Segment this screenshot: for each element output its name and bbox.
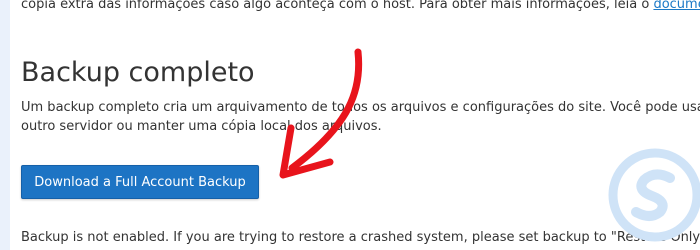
- backup-status-message: Backup is not enabled. If you are trying…: [21, 230, 700, 245]
- intro-text: cópia extra das informações caso algo ac…: [21, 0, 700, 14]
- description-line-2: outro servidor ou manter uma cópia local…: [21, 119, 382, 134]
- download-full-backup-button[interactable]: Download a Full Account Backup: [21, 165, 259, 199]
- section-description: Um backup completo cria um arquivamento …: [21, 98, 700, 136]
- intro-sentence: cópia extra das informações caso algo ac…: [21, 0, 654, 12]
- backup-panel: cópia extra das informações caso algo ac…: [10, 0, 700, 250]
- description-line-1: Um backup completo cria um arquivamento …: [21, 100, 700, 115]
- documentation-link[interactable]: docume: [653, 0, 700, 12]
- section-title: Backup completo: [21, 57, 255, 88]
